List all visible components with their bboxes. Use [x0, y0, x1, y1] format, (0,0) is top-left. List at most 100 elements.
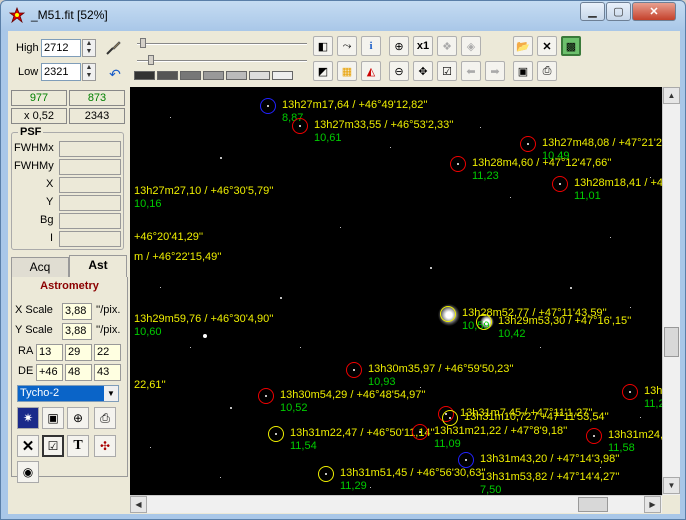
arrow-left-icon: ⬅	[466, 65, 476, 78]
color-button[interactable]: ◭	[361, 61, 381, 81]
check-button[interactable]: ☑	[437, 61, 457, 81]
marked-star	[275, 433, 277, 435]
text-button[interactable]: T	[67, 435, 89, 457]
chevron-down-icon[interactable]: ▼	[104, 386, 118, 401]
gray-swatch-4[interactable]	[203, 71, 224, 80]
marked-star	[593, 435, 595, 437]
xscale-input[interactable]: 3,88	[62, 303, 92, 320]
psf-title: PSF	[18, 126, 44, 138]
psf-i-value	[59, 231, 121, 247]
brightness-knob[interactable]	[140, 38, 146, 48]
high-spinner[interactable]: ▲ ▼	[82, 39, 96, 57]
background-star	[160, 287, 161, 288]
brightness-slider[interactable]	[137, 43, 307, 45]
curves-button[interactable]: ⤳	[337, 36, 357, 56]
grid-button[interactable]: ▩	[561, 36, 581, 56]
arrow-right-icon: ▶	[649, 500, 656, 509]
checkbox-icon: ☑	[47, 439, 59, 453]
gray-swatch-2[interactable]	[157, 71, 178, 80]
image-viewport[interactable]: 13h27m17,64 / +46°49'12,82'' 8,87 13h27m33…	[130, 87, 662, 495]
zoom-reset-button[interactable]: x1	[413, 36, 433, 56]
gradient-button[interactable]: ◩	[313, 61, 333, 81]
catalog-select[interactable]: Tycho-2 ▼	[17, 385, 119, 402]
horizontal-scrollbar[interactable]: ◀ ▶	[130, 495, 662, 513]
vertical-scrollbar[interactable]: ▲ ▼	[662, 87, 680, 495]
ra-seconds-input[interactable]: 22	[94, 344, 121, 361]
annotation-coordinates: 13h31m43,20 / +47°14'3,98''	[480, 453, 620, 465]
zoom-out-button[interactable]: ⊖	[389, 61, 409, 81]
save-button[interactable]: ▣	[513, 61, 533, 81]
gray-swatch-3[interactable]	[180, 71, 201, 80]
background-star	[570, 287, 572, 289]
zoom-in-button[interactable]: ⊕	[389, 36, 409, 56]
marked-star	[265, 395, 267, 397]
marked-star	[267, 105, 269, 107]
gray-swatch-7[interactable]	[272, 71, 293, 80]
background-star	[430, 267, 432, 269]
flip-button[interactable]: ❖	[437, 36, 457, 56]
save-astrometry-button[interactable]: ▣	[42, 407, 64, 429]
forward-button[interactable]: ➡	[485, 61, 505, 81]
horizontal-scroll-thumb[interactable]	[578, 497, 608, 512]
gray-swatch-6[interactable]	[249, 71, 270, 80]
point-button[interactable]: ◉	[17, 461, 39, 483]
main-window: _M51.fit [52%] ▁ ▢ ✕ High ▲▼ Low ▲▼ ↶ 97…	[0, 0, 686, 520]
scroll-right-button[interactable]: ▶	[644, 496, 661, 513]
gray-swatch-1[interactable]	[134, 71, 155, 80]
clear-button[interactable]: ✕	[17, 435, 39, 457]
contrast-knob[interactable]	[148, 55, 154, 65]
brush-icon[interactable]	[102, 37, 124, 59]
close-window-button[interactable]: ✕	[632, 2, 676, 21]
annotation-coordinates: 13h31m10,72 / +47°11'53,54''	[464, 411, 609, 423]
validate-button[interactable]: ☑	[42, 435, 64, 457]
minimize-button[interactable]: ▁	[580, 2, 605, 21]
tab-acq[interactable]: Acq	[11, 257, 69, 277]
print-astrometry-button[interactable]: ⎙	[94, 407, 116, 429]
reset-levels-icon[interactable]: ↶	[104, 63, 126, 85]
maximize-button[interactable]: ▢	[606, 2, 631, 21]
info-button[interactable]: i	[361, 36, 381, 56]
low-spinner[interactable]: ▲ ▼	[82, 63, 96, 81]
close-image-button[interactable]: ✕	[537, 36, 557, 56]
ra-hours-input[interactable]: 13	[36, 344, 63, 361]
xscale-label: X Scale	[15, 304, 53, 316]
open-button[interactable]: 📂	[513, 36, 533, 56]
scroll-up-button[interactable]: ▲	[663, 87, 680, 104]
high-level-input[interactable]	[41, 39, 81, 57]
print-button[interactable]: ⎙	[537, 61, 557, 81]
scroll-left-button[interactable]: ◀	[130, 496, 147, 513]
palette-button[interactable]: ▦	[337, 61, 357, 81]
de-minutes-input[interactable]: 48	[65, 364, 92, 381]
annotation-coordinates: 13h29m53,30 / +47°16',15''	[498, 315, 632, 327]
tab-ast[interactable]: Ast	[69, 255, 127, 277]
contrast-slider[interactable]	[137, 60, 307, 62]
floppy-icon: ▣	[517, 65, 529, 78]
yscale-input[interactable]: 3,88	[62, 323, 92, 340]
yscale-label: Y Scale	[15, 324, 53, 336]
star-burst-button[interactable]: ✷	[17, 407, 39, 429]
de-degrees-input[interactable]: +46	[36, 364, 63, 381]
vertical-scroll-thumb[interactable]	[664, 327, 679, 357]
target-button[interactable]: ⊕	[67, 407, 89, 429]
arrows-button[interactable]: ✣	[94, 435, 116, 457]
back-button[interactable]: ⬅	[461, 61, 481, 81]
expand-arrows-icon: ✣	[99, 439, 111, 453]
de-seconds-input[interactable]: 43	[94, 364, 121, 381]
invert-button[interactable]: ◧	[313, 36, 333, 56]
scroll-down-button[interactable]: ▼	[663, 477, 680, 494]
layers-button[interactable]: ◈	[461, 36, 481, 56]
low-level-input[interactable]	[41, 63, 81, 81]
close-x-icon: ✕	[21, 438, 35, 455]
fit-icon: ✥	[418, 65, 428, 78]
arrow-right-icon: ➡	[490, 65, 500, 78]
ra-minutes-input[interactable]: 29	[65, 344, 92, 361]
gray-swatch-5[interactable]	[226, 71, 247, 80]
marked-star	[527, 143, 529, 145]
fit-window-button[interactable]: ✥	[413, 61, 433, 81]
background-star	[480, 127, 481, 128]
title-bar: _M51.fit [52%] ▁ ▢ ✕	[1, 1, 685, 29]
background-star	[150, 447, 151, 448]
annotation-coordinates: 13h27m17,64 / +46°49'12,82''	[282, 99, 428, 111]
annotation-magnitude: 10,60	[134, 326, 162, 338]
catalog-value: Tycho-2	[20, 387, 60, 399]
